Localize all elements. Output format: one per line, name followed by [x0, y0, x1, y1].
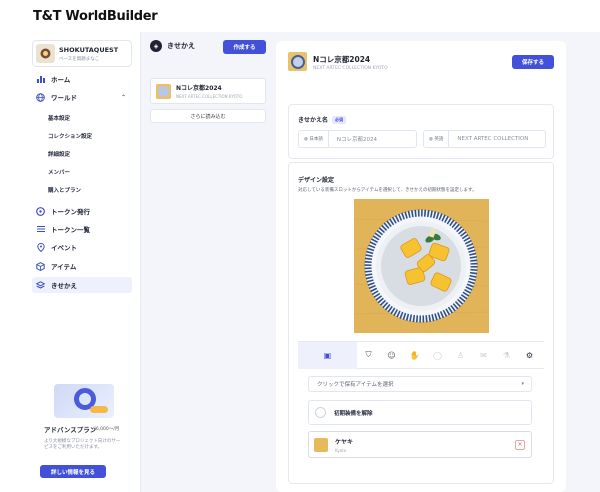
- load-more-button[interactable]: さらに読み込む: [150, 109, 266, 123]
- gear-icon: ⚙: [525, 350, 534, 360]
- sidebar: SHOKUTAQUEST ベースを無題まなこ ホーム ワールド ⌃ 基本設定 コ…: [23, 32, 141, 492]
- layers-badge-icon: ◈: [150, 40, 162, 52]
- editor-subtitle: NEXT ARTEC COLLECTION KYOTO: [313, 66, 388, 71]
- top-bar: T&T WorldBuilder: [0, 0, 600, 32]
- skin-thumbnail: [156, 83, 171, 99]
- create-button[interactable]: 作成する: [223, 40, 266, 54]
- plan-title: アドバンスプラン: [44, 426, 97, 434]
- sidebar-item-label: ワールド: [51, 94, 77, 102]
- hand-icon: ✋: [409, 350, 420, 360]
- plate-illustration: [354, 199, 489, 333]
- sidebar-item-kisekae[interactable]: きせかえ: [32, 277, 132, 293]
- tab-person[interactable]: ♙: [449, 342, 472, 369]
- tab-clothes[interactable]: ⛉: [357, 342, 380, 369]
- skin-preview-image: [354, 199, 489, 333]
- skin-subtitle: NEXT ARTEC COLLECTION KYOTO: [176, 94, 243, 99]
- skin-name: Nコレ京都2024: [176, 85, 222, 92]
- editor-thumbnail: [288, 52, 307, 71]
- project-logo-icon: [40, 48, 51, 59]
- shirt-icon: ⛉: [365, 350, 372, 359]
- sidebar-item-token-list[interactable]: トークン一覧: [32, 221, 132, 237]
- skin-name-section: きせかえ名 必須 ◍ 日本語 Nコレ京都2024 ◍ 英語 NEXT ARTEC…: [288, 104, 554, 159]
- reset-label: 初期装備を解除: [334, 410, 373, 417]
- name-en-field[interactable]: ◍ 英語 NEXT ARTEC COLLECTION: [423, 130, 546, 148]
- reset-equipment-button[interactable]: 初期装備を解除: [308, 400, 532, 425]
- design-title: デザイン設定: [298, 177, 335, 184]
- layers-icon: [36, 280, 45, 290]
- sidebar-subitem-basic[interactable]: 基本設定: [48, 114, 70, 122]
- globe-icon: [36, 92, 45, 102]
- project-switcher[interactable]: SHOKUTAQUEST ベースを無題まなこ: [32, 40, 132, 67]
- name-ja-value: Nコレ京都2024: [336, 137, 377, 143]
- item-swatch: [314, 437, 328, 452]
- name-en-tag: 英語: [434, 137, 444, 142]
- slot-tabs: ▣ ⛉ ☺ ✋ ◯ ♙ ✉ ⚗ ⚙: [298, 341, 544, 369]
- plan-price: ¥6,000〜/月: [93, 427, 120, 432]
- sidebar-subitem-collection[interactable]: コレクション設定: [48, 132, 92, 140]
- image-icon: ▣: [323, 350, 332, 360]
- sidebar-item-token-issue[interactable]: トークン発行: [32, 203, 132, 219]
- sidebar-subitem-detail[interactable]: 詳細設定: [48, 150, 70, 158]
- select-placeholder: クリックで保有アイテムを選択: [317, 382, 394, 388]
- editor-title: Nコレ京都2024: [313, 55, 371, 64]
- tab-settings[interactable]: ⚙: [518, 342, 541, 369]
- sidebar-item-label: ホーム: [51, 76, 71, 84]
- chevron-up-icon: ⌃: [120, 93, 126, 101]
- save-button[interactable]: 保存する: [512, 55, 554, 69]
- person-icon: ♙: [456, 350, 465, 360]
- required-badge: 必須: [332, 115, 347, 124]
- name-ja-field[interactable]: ◍ 日本語 Nコレ京都2024: [298, 130, 417, 148]
- reset-icon: [315, 407, 326, 418]
- plan-description: より大規模なプロジェクト向けのサービスをご利用いただけます。: [44, 439, 121, 450]
- sidebar-item-label: きせかえ: [51, 282, 77, 290]
- tab-face[interactable]: ☺: [380, 342, 403, 369]
- tab-accessory[interactable]: ◯: [426, 342, 449, 369]
- face-icon: ☺: [387, 350, 396, 360]
- name-en-value: NEXT ARTEC COLLECTION: [457, 136, 529, 142]
- sidebar-item-label: トークン発行: [51, 208, 90, 216]
- project-subtitle: ベースを無題まなこ: [59, 56, 100, 62]
- sidebar-subitem-plan[interactable]: 購入とプラン: [48, 186, 81, 194]
- skin-list-header: ◈ きせかえ: [150, 40, 195, 52]
- list-icon: [36, 225, 45, 234]
- design-description: 対応している装備スロットからアイテムを選択して、きせかえの初期状態を設定します。: [298, 188, 477, 193]
- sidebar-subitem-members[interactable]: メンバー: [48, 168, 70, 176]
- sidebar-item-event[interactable]: イベント: [32, 239, 132, 255]
- box-icon: [36, 261, 45, 271]
- token-icon: [36, 206, 45, 216]
- name-ja-tag: 日本語: [309, 137, 323, 142]
- equipped-item[interactable]: ケヤキ Kyoto ✕: [308, 431, 532, 458]
- app-body: SHOKUTAQUEST ベースを無題まなこ ホーム ワールド ⌃ 基本設定 コ…: [23, 32, 600, 492]
- app-logo[interactable]: T&T WorldBuilder: [33, 9, 158, 24]
- chevron-down-icon: ▾: [521, 381, 524, 387]
- ring-icon: ◯: [433, 350, 442, 360]
- skin-editor: Nコレ京都2024 NEXT ARTEC COLLECTION KYOTO 保存…: [276, 41, 566, 492]
- bottle-icon: ⚗: [502, 350, 511, 360]
- tab-hand[interactable]: ✋: [403, 342, 426, 369]
- sidebar-item-world[interactable]: ワールド ⌃: [32, 89, 132, 105]
- chart-icon: [36, 75, 45, 84]
- design-section: デザイン設定 対応している装備スロットからアイテムを選択して、きせかえの初期状態…: [288, 162, 554, 484]
- item-subtitle: Kyoto: [335, 447, 347, 453]
- sidebar-item-home[interactable]: ホーム: [32, 71, 132, 87]
- skin-name-label: きせかえ名: [298, 117, 329, 124]
- project-name: SHOKUTAQUEST: [59, 45, 119, 54]
- plan-details-button[interactable]: 詳しい情報を見る: [40, 465, 106, 478]
- item-name: ケヤキ: [335, 438, 354, 446]
- sidebar-item-label: イベント: [51, 244, 77, 252]
- sidebar-item-label: トークン一覧: [51, 226, 90, 234]
- sidebar-item-item[interactable]: アイテム: [32, 258, 132, 274]
- tab-mail[interactable]: ✉: [472, 342, 495, 369]
- tab-background[interactable]: ▣: [298, 341, 357, 369]
- skin-list-panel: ◈ きせかえ 作成する Nコレ京都2024 NEXT ARTEC COLLECT…: [141, 32, 271, 492]
- skin-list-title: きせかえ: [167, 42, 195, 50]
- skin-list-item[interactable]: Nコレ京都2024 NEXT ARTEC COLLECTION KYOTO: [150, 78, 266, 104]
- trash-icon[interactable]: ✕: [515, 439, 525, 450]
- sidebar-item-label: アイテム: [51, 263, 77, 271]
- project-thumbnail: [36, 44, 55, 63]
- tab-bottle[interactable]: ⚗: [495, 342, 518, 369]
- mail-icon: ✉: [480, 350, 487, 360]
- pin-icon: [36, 242, 45, 252]
- owned-item-select[interactable]: クリックで保有アイテムを選択 ▾: [308, 376, 532, 392]
